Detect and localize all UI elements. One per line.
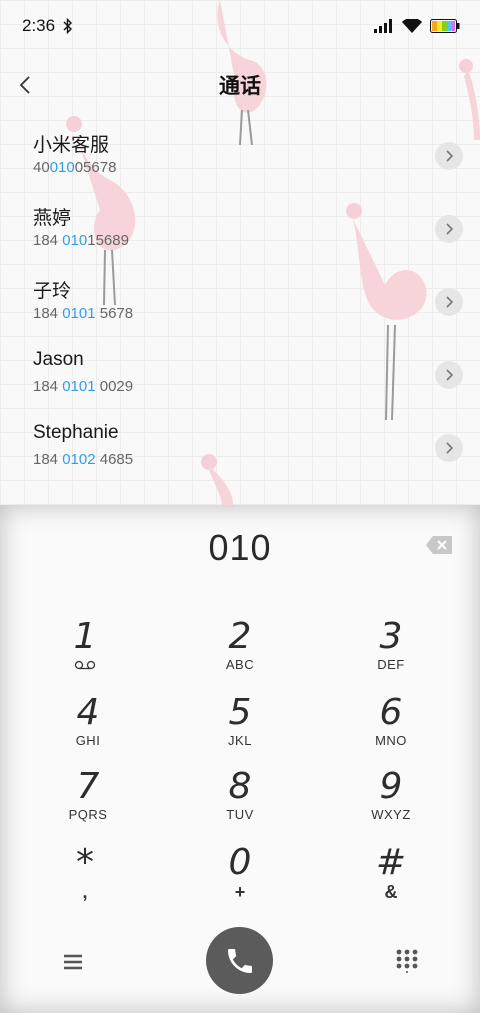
signal-icon: [374, 19, 392, 33]
status-bar: 2:36: [0, 0, 480, 52]
menu-icon: [64, 954, 82, 970]
keypad-toggle-button[interactable]: [394, 947, 420, 973]
key-4[interactable]: 4 GHI: [33, 693, 143, 759]
chevron-right-icon: [446, 369, 453, 381]
key-digit: 3: [379, 616, 403, 657]
key-digit: 0: [228, 842, 252, 883]
contact-name: Stephanie: [33, 422, 119, 443]
battery-icon: [430, 19, 460, 33]
key-digit: 1: [73, 616, 97, 657]
contact-row[interactable]: 子玲 184 0101 5678: [0, 268, 480, 341]
contact-name: 子玲: [33, 281, 72, 302]
key-digit: 4: [76, 692, 100, 733]
key-2[interactable]: 2 ABC: [185, 617, 295, 683]
bottom-bar: [0, 925, 480, 1005]
dialed-number[interactable]: 010: [0, 527, 480, 569]
contact-detail-button[interactable]: [435, 215, 463, 243]
wifi-icon: [402, 18, 422, 33]
key-3[interactable]: 3 DEF: [336, 617, 446, 683]
contact-number: 184 0102 4685: [33, 451, 134, 468]
key-symbol: +: [234, 882, 246, 902]
chevron-right-icon: [446, 296, 453, 308]
key-digit: 2: [228, 616, 252, 657]
contact-number: 184 01015689: [33, 232, 129, 249]
contact-row[interactable]: 燕婷 184 01015689: [0, 195, 480, 268]
key-letters: PQRS: [68, 807, 108, 822]
key-symbol: ,: [82, 882, 88, 902]
key-digit: #: [375, 842, 407, 883]
chevron-right-icon: [446, 150, 453, 162]
key-letters: DEF: [377, 657, 405, 672]
contact-row[interactable]: 小米客服 4001005678: [0, 122, 480, 195]
contact-detail-button[interactable]: [435, 361, 463, 389]
contact-name: 小米客服: [33, 135, 110, 156]
key-letters: TUV: [226, 807, 254, 822]
keypad-icon: [396, 949, 418, 973]
key-6[interactable]: 6 MNO: [336, 693, 446, 759]
key-letters: ABC: [225, 657, 255, 672]
contact-name: 燕婷: [33, 208, 72, 229]
contact-detail-button[interactable]: [435, 142, 463, 170]
key-0[interactable]: 0 +: [185, 843, 295, 909]
contact-number: 4001005678: [33, 159, 117, 176]
voicemail-icon: [74, 660, 96, 670]
status-time: 2:36: [22, 16, 56, 35]
phone-icon: [227, 948, 252, 973]
contact-row[interactable]: Jason 184 0101 0029: [0, 341, 480, 414]
contact-number: 184 0101 5678: [33, 305, 134, 322]
key-7[interactable]: 7 PQRS: [33, 767, 143, 833]
chevron-right-icon: [446, 223, 453, 235]
contact-row[interactable]: Stephanie 184 0102 4685: [0, 414, 480, 487]
key-digit: 6: [379, 692, 403, 733]
contact-detail-button[interactable]: [435, 288, 463, 316]
key-letters: WXYZ: [371, 807, 411, 822]
contact-number: 184 0101 0029: [33, 378, 134, 395]
chevron-right-icon: [446, 442, 453, 454]
key-digit: 5: [228, 692, 252, 733]
key-letters: JKL: [228, 733, 252, 748]
key-digit: *: [76, 842, 94, 883]
key-9[interactable]: 9 WXYZ: [336, 767, 446, 833]
key-5[interactable]: 5 JKL: [185, 693, 295, 759]
contact-name: Jason: [33, 349, 84, 370]
key-digit: 7: [76, 766, 100, 807]
key-digit: 9: [379, 766, 403, 807]
key-letters: GHI: [75, 733, 101, 748]
contact-detail-button[interactable]: [435, 434, 463, 462]
key-hash[interactable]: # &: [336, 843, 446, 909]
menu-button[interactable]: [58, 947, 88, 977]
page-title: 通话: [219, 75, 261, 98]
key-digit: 8: [228, 766, 252, 807]
header: 通话: [0, 60, 480, 108]
key-8[interactable]: 8 TUV: [185, 767, 295, 833]
contact-list: 小米客服 4001005678 燕婷 184 01015689 子玲 184 0…: [0, 122, 480, 487]
backspace-icon: [426, 536, 452, 554]
key-1[interactable]: 1: [30, 617, 140, 683]
call-button[interactable]: [206, 927, 273, 994]
backspace-button[interactable]: [425, 535, 453, 557]
key-letters: MNO: [375, 733, 407, 748]
key-star[interactable]: * ,: [30, 843, 140, 909]
bluetooth-icon: [63, 18, 73, 34]
key-symbol: &: [384, 882, 398, 902]
